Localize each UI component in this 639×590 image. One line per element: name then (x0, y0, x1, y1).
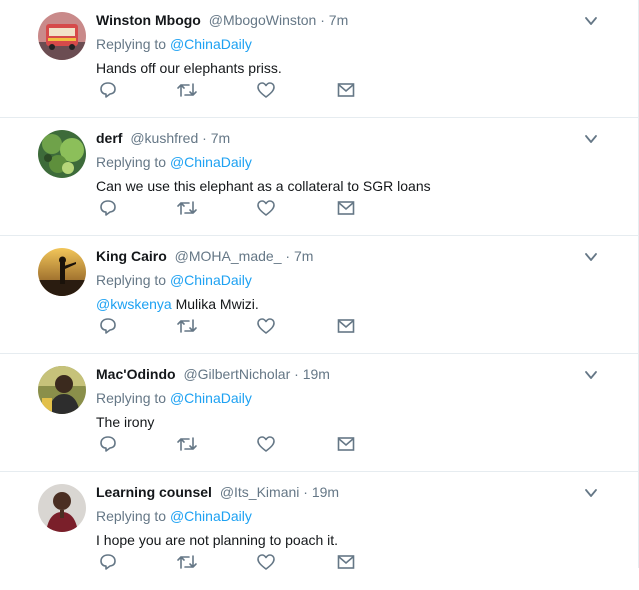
avatar[interactable] (38, 484, 86, 532)
retweet-icon[interactable] (176, 316, 198, 336)
tweet-body: I hope you are not planning to poach it. (96, 532, 339, 548)
user-handle[interactable]: @MOHA_made_ (175, 248, 282, 264)
reply-mention-link[interactable]: @ChinaDaily (170, 508, 252, 524)
display-name[interactable]: Mac'Odindo (96, 366, 176, 382)
tweet-text: I hope you are not planning to poach it. (96, 530, 598, 550)
retweet-icon[interactable] (176, 552, 198, 572)
like-icon[interactable] (256, 198, 278, 218)
chevron-down-icon[interactable] (584, 250, 598, 264)
retweet-icon[interactable] (176, 80, 198, 100)
separator: · (320, 12, 325, 28)
replying-label: Replying to (96, 154, 167, 170)
like-icon[interactable] (256, 434, 278, 454)
reply-icon[interactable] (98, 198, 120, 218)
direct-message-icon[interactable] (336, 80, 358, 100)
tweet-1[interactable]: Winston Mbogo @MbogoWinston · 7m Replyin… (0, 0, 638, 118)
timestamp[interactable]: 19m (312, 484, 339, 500)
direct-message-icon[interactable] (336, 316, 358, 336)
separator: · (303, 484, 308, 500)
chevron-down-icon[interactable] (584, 486, 598, 500)
retweet-icon[interactable] (176, 434, 198, 454)
text-mention-link[interactable]: @kwskenya (96, 296, 172, 312)
reply-mention-link[interactable]: @ChinaDaily (170, 272, 252, 288)
separator: · (202, 130, 207, 146)
avatar[interactable] (38, 248, 86, 296)
reply-icon[interactable] (98, 434, 120, 454)
reply-mention-link[interactable]: @ChinaDaily (170, 390, 252, 406)
tweet-body: Mulika Mwizi. (171, 296, 259, 312)
retweet-icon[interactable] (176, 198, 198, 218)
tweet-4[interactable]: Mac'Odindo @GilbertNicholar · 19m Replyi… (0, 354, 638, 472)
replying-to: Replying to @ChinaDaily (96, 506, 598, 526)
tweet-actions (96, 316, 386, 336)
user-handle[interactable]: @GilbertNicholar (183, 366, 290, 382)
tweet-actions (96, 552, 386, 572)
timestamp[interactable]: 7m (329, 12, 348, 28)
tweet-text: Hands off our elephants priss. (96, 58, 598, 78)
chevron-down-icon[interactable] (584, 368, 598, 382)
chevron-down-icon[interactable] (584, 14, 598, 28)
tweet-actions (96, 434, 386, 454)
replying-label: Replying to (96, 272, 167, 288)
like-icon[interactable] (256, 316, 278, 336)
reply-icon[interactable] (98, 316, 120, 336)
timestamp[interactable]: 19m (303, 366, 330, 382)
timestamp[interactable]: 7m (294, 248, 313, 264)
user-handle[interactable]: @kushfred (130, 130, 198, 146)
separator: · (294, 366, 299, 382)
reply-icon[interactable] (98, 80, 120, 100)
display-name[interactable]: derf (96, 130, 122, 146)
direct-message-icon[interactable] (336, 198, 358, 218)
replying-to: Replying to @ChinaDaily (96, 34, 598, 54)
display-name[interactable]: Winston Mbogo (96, 12, 201, 28)
tweet-text: The irony (96, 412, 598, 432)
replying-label: Replying to (96, 36, 167, 52)
tweet-text: @kwskenya Mulika Mwizi. (96, 294, 598, 314)
direct-message-icon[interactable] (336, 552, 358, 572)
tweet-5[interactable]: Learning counsel @Its_Kimani · 19m Reply… (0, 472, 638, 590)
tweet-body: The irony (96, 414, 155, 430)
avatar[interactable] (38, 12, 86, 60)
display-name[interactable]: Learning counsel (96, 484, 212, 500)
replying-label: Replying to (96, 390, 167, 406)
reply-mention-link[interactable]: @ChinaDaily (170, 154, 252, 170)
reply-mention-link[interactable]: @ChinaDaily (170, 36, 252, 52)
replying-to: Replying to @ChinaDaily (96, 270, 598, 290)
reply-icon[interactable] (98, 552, 120, 572)
tweet-body: Can we use this elephant as a collateral… (96, 178, 431, 194)
tweet-body: Hands off our elephants priss. (96, 60, 282, 76)
user-handle[interactable]: @MbogoWinston (209, 12, 317, 28)
like-icon[interactable] (256, 552, 278, 572)
direct-message-icon[interactable] (336, 434, 358, 454)
tweet-3[interactable]: King Cairo @MOHA_made_ · 7m Replying to … (0, 236, 638, 354)
tweet-actions (96, 80, 386, 100)
separator: · (285, 248, 291, 264)
tweet-2[interactable]: derf @kushfred · 7m Replying to @ChinaDa… (0, 118, 638, 236)
replying-label: Replying to (96, 508, 167, 524)
avatar[interactable] (38, 366, 86, 414)
user-handle[interactable]: @Its_Kimani (220, 484, 300, 500)
like-icon[interactable] (256, 80, 278, 100)
display-name[interactable]: King Cairo (96, 248, 167, 264)
tweet-text: Can we use this elephant as a collateral… (96, 176, 598, 196)
chevron-down-icon[interactable] (584, 132, 598, 146)
replying-to: Replying to @ChinaDaily (96, 388, 598, 408)
avatar[interactable] (38, 130, 86, 178)
replying-to: Replying to @ChinaDaily (96, 152, 598, 172)
tweet-actions (96, 198, 386, 218)
timestamp[interactable]: 7m (211, 130, 230, 146)
